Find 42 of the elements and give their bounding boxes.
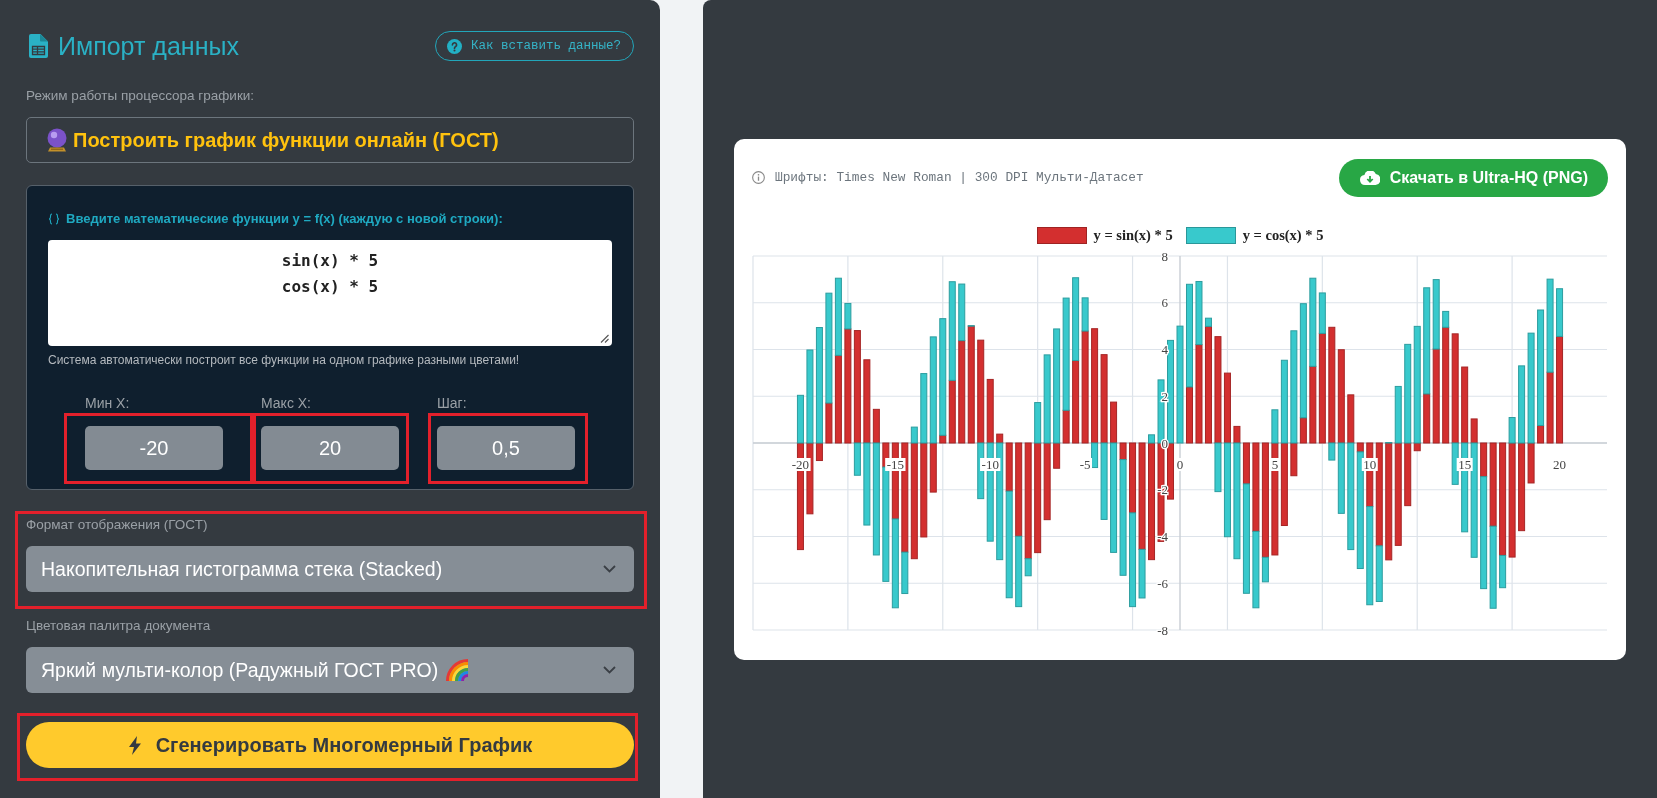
axis-label: 0 — [1161, 435, 1168, 450]
crystal-ball-icon — [46, 128, 68, 152]
field-label: Цветовая палитра документа — [26, 618, 212, 634]
field-label: Режим работы процессора графики: — [26, 88, 256, 104]
download-button[interactable]: Скачать в Ultra-HQ (PNG) — [1338, 158, 1608, 197]
number-input[interactable]: 20 — [261, 426, 399, 470]
function-input[interactable]: sin(x) * 5 cos(x) * 5 — [48, 240, 612, 346]
lightning-icon — [127, 735, 142, 755]
legend-label: y = sin(x) * 5 — [1093, 227, 1173, 244]
resize-grip-icon — [600, 334, 609, 343]
field-label: Макс X: — [261, 395, 312, 411]
spreadsheet-file-icon — [29, 34, 48, 58]
number-input[interactable]: -20 — [85, 426, 223, 470]
axis-label: 8 — [1161, 248, 1168, 263]
number-input[interactable]: 0,5 — [437, 426, 575, 470]
axis-label: -20 — [790, 456, 811, 472]
axis-label: 20 — [1551, 456, 1568, 472]
mode-selector[interactable]: Построить график функции онлайн (ГОСТ) — [26, 117, 634, 163]
field-label: Формат отображения (ГОСТ) — [26, 517, 209, 533]
axis-label: 5 — [1270, 456, 1280, 472]
generate-button[interactable]: Сгенерировать Многомерный График — [26, 722, 634, 768]
dropdown[interactable]: Яркий мульти-колор (Радужный ГОСТ PRO) — [26, 647, 634, 693]
field-label: Мин X: — [85, 395, 131, 411]
dropdown[interactable]: Накопительная гистограмма стека (Stacked) — [26, 546, 634, 592]
legend-label: y = cos(x) * 5 — [1242, 227, 1324, 244]
axis-label: -5 — [1078, 456, 1093, 472]
braces-icon — [48, 213, 60, 225]
field-label: Шаг: — [437, 395, 468, 411]
axis-label: 6 — [1161, 294, 1168, 310]
info-icon — [752, 171, 765, 184]
hint-text: Система автоматически построит все функции на одном графике разными цветами! — [48, 353, 521, 367]
axis-label: 0 — [1175, 456, 1185, 472]
axis-label: -8 — [1157, 622, 1168, 637]
chevron-down-icon — [603, 666, 616, 674]
rainbow-icon — [444, 659, 469, 681]
axis-label: -6 — [1157, 575, 1168, 591]
field-label: Введите математические функции y = f(x) (каждую с новой строки): — [66, 211, 503, 227]
info-text: Шрифты: Times New Roman | 300 DPI Мульти-Датасет — [775, 170, 1144, 185]
chevron-down-icon — [603, 565, 616, 573]
help-icon — [446, 38, 462, 54]
panel-title: Импорт данных — [58, 31, 239, 61]
cloud-download-icon — [1359, 170, 1380, 185]
